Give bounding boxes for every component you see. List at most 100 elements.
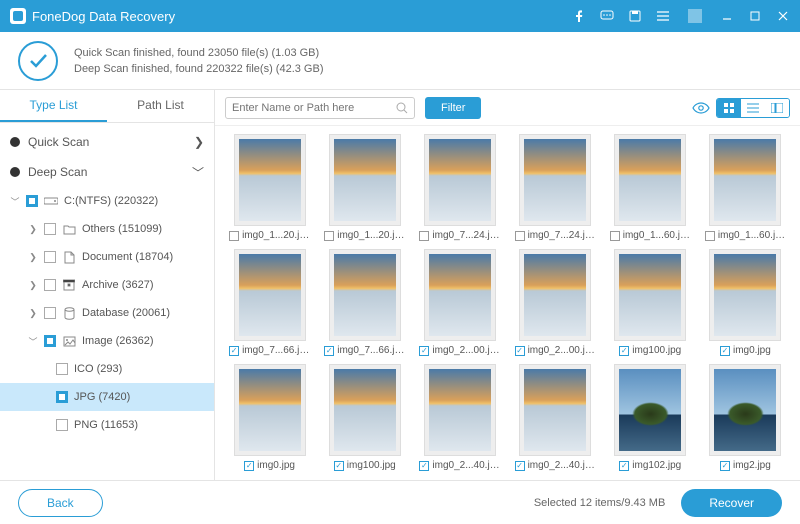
thumbnail-image: [519, 364, 591, 456]
thumbnail-image: [424, 134, 496, 226]
thumbnail-filename: img102.jpg: [632, 460, 681, 471]
thumbnail-item[interactable]: img0_1...60.jpg: [606, 134, 695, 241]
thumbnail-item[interactable]: img0_1...20.jpg: [320, 134, 409, 241]
tree-section-quick-scan[interactable]: Quick Scan ❯: [0, 127, 214, 157]
checkbox-icon[interactable]: [324, 346, 334, 356]
thumbnail-image: [614, 249, 686, 341]
checkbox-icon[interactable]: [419, 461, 429, 471]
view-list-button[interactable]: [741, 99, 765, 117]
tree-section-deep-scan[interactable]: Deep Scan ﹀: [0, 157, 214, 187]
thumbnail-item[interactable]: img0_1...20.jpg: [225, 134, 314, 241]
checkbox-icon[interactable]: [619, 346, 629, 356]
checkbox-icon[interactable]: [229, 346, 239, 356]
separator: [688, 9, 702, 23]
thumbnail-image: [234, 134, 306, 226]
thumbnail-item[interactable]: img0.jpg: [225, 364, 314, 471]
checkbox-icon[interactable]: [705, 231, 715, 241]
thumbnail-item[interactable]: img0_1...60.jpg: [701, 134, 790, 241]
thumbnail-item[interactable]: img102.jpg: [606, 364, 695, 471]
thumbnail-caption: img0_1...20.jpg: [320, 230, 409, 241]
feedback-icon[interactable]: [600, 9, 614, 23]
bullet-icon: [10, 137, 20, 147]
checkbox-icon[interactable]: [44, 223, 56, 235]
checkbox-icon[interactable]: [334, 461, 344, 471]
preview-icon[interactable]: [692, 102, 710, 114]
thumbnail-image: [329, 249, 401, 341]
thumbnail-item[interactable]: img0.jpg: [701, 249, 790, 356]
thumbnail-image: [329, 134, 401, 226]
checkbox-icon[interactable]: [515, 461, 525, 471]
thumbnail-item[interactable]: img0_7...66.jpg: [225, 249, 314, 356]
checkbox-icon[interactable]: [419, 231, 429, 241]
thumbnail-caption: img0_7...24.jpg: [510, 230, 599, 241]
tree-node-jpg[interactable]: JPG (7420): [0, 383, 214, 411]
thumbnail-item[interactable]: img0_7...24.jpg: [415, 134, 504, 241]
checkbox-icon[interactable]: [56, 363, 68, 375]
checkbox-icon[interactable]: [619, 461, 629, 471]
view-mode-group: [716, 98, 790, 118]
checkbox-icon[interactable]: [44, 335, 56, 347]
thumbnail-image: [234, 364, 306, 456]
checkbox-icon[interactable]: [419, 346, 429, 356]
thumbnail-item[interactable]: img0_2...00.jpg: [510, 249, 599, 356]
save-icon[interactable]: [628, 9, 642, 23]
checkbox-icon[interactable]: [244, 461, 254, 471]
checkbox-icon[interactable]: [44, 251, 56, 263]
thumbnail-item[interactable]: img0_7...24.jpg: [510, 134, 599, 241]
view-grid-button[interactable]: [717, 99, 741, 117]
maximize-icon[interactable]: [748, 9, 762, 23]
thumbnail-image: [614, 134, 686, 226]
thumbnail-item[interactable]: img0_7...66.jpg: [320, 249, 409, 356]
menu-icon[interactable]: [656, 9, 670, 23]
checkbox-icon[interactable]: [229, 231, 239, 241]
thumbnail-filename: img0_1...20.jpg: [337, 230, 405, 241]
checkbox-icon[interactable]: [515, 231, 525, 241]
tab-type-list[interactable]: Type List: [0, 90, 107, 122]
facebook-icon[interactable]: [572, 9, 586, 23]
tree-node-ico[interactable]: ICO (293): [0, 355, 214, 383]
search-field[interactable]: [232, 102, 392, 114]
tree-node-others[interactable]: ❯ Others (151099): [0, 215, 214, 243]
view-detail-button[interactable]: [765, 99, 789, 117]
checkbox-icon[interactable]: [44, 279, 56, 291]
tree-node-image[interactable]: ﹀ Image (26362): [0, 327, 214, 355]
recover-button[interactable]: Recover: [681, 489, 782, 517]
thumbnail-filename: img0_1...20.jpg: [242, 230, 310, 241]
checkbox-icon[interactable]: [324, 231, 334, 241]
search-input[interactable]: [225, 97, 415, 119]
logo-icon: [10, 8, 26, 24]
checkbox-icon[interactable]: [610, 231, 620, 241]
checkbox-icon[interactable]: [515, 346, 525, 356]
thumbnail-caption: img0_2...00.jpg: [415, 345, 504, 356]
thumbnail-filename: img100.jpg: [347, 460, 396, 471]
tree-node-document[interactable]: ❯ Document (18704): [0, 243, 214, 271]
thumbnail-item[interactable]: img0_2...40.jpg: [415, 364, 504, 471]
checkbox-icon[interactable]: [56, 391, 68, 403]
thumbnail-item[interactable]: img0_2...40.jpg: [510, 364, 599, 471]
thumbnail-item[interactable]: img100.jpg: [320, 364, 409, 471]
checkbox-icon[interactable]: [720, 461, 730, 471]
tree-node-archive[interactable]: ❯ Archive (3627): [0, 271, 214, 299]
thumbnail-item[interactable]: img100.jpg: [606, 249, 695, 356]
thumbnail-filename: img100.jpg: [632, 345, 681, 356]
close-icon[interactable]: [776, 9, 790, 23]
checkbox-icon[interactable]: [56, 419, 68, 431]
tab-path-list[interactable]: Path List: [107, 90, 214, 122]
thumbnail-caption: img102.jpg: [606, 460, 695, 471]
image-icon: [62, 334, 76, 348]
thumbnail-filename: img0_2...00.jpg: [432, 345, 500, 356]
checkbox-icon[interactable]: [44, 307, 56, 319]
checkbox-icon[interactable]: [26, 195, 38, 207]
thumbnail-filename: img0_7...66.jpg: [337, 345, 405, 356]
filter-button[interactable]: Filter: [425, 97, 481, 119]
back-button[interactable]: Back: [18, 489, 103, 517]
thumbnail-item[interactable]: img0_2...00.jpg: [415, 249, 504, 356]
tree-node-drive[interactable]: ﹀ C:(NTFS) (220322): [0, 187, 214, 215]
thumbnail-item[interactable]: img2.jpg: [701, 364, 790, 471]
thumbnail-caption: img0_7...66.jpg: [225, 345, 314, 356]
tree-node-database[interactable]: ❯ Database (20061): [0, 299, 214, 327]
checkbox-icon[interactable]: [720, 346, 730, 356]
tree-node-png[interactable]: PNG (11653): [0, 411, 214, 439]
thumbnail-filename: img0_2...40.jpg: [528, 460, 596, 471]
minimize-icon[interactable]: [720, 9, 734, 23]
